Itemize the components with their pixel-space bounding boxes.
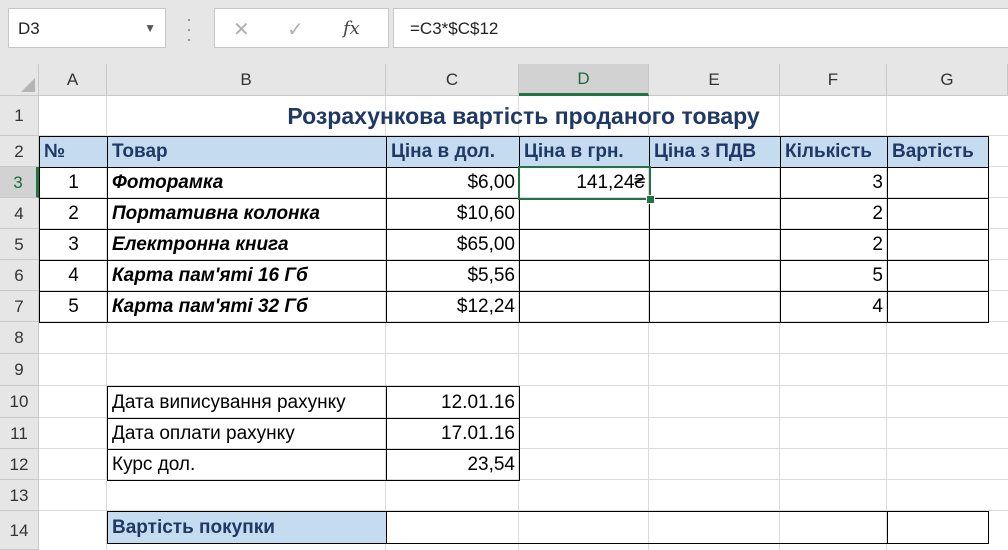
purchase-total-label[interactable]: Вартість покупки — [107, 511, 387, 544]
header-price-uah[interactable]: Ціна в грн. — [519, 136, 650, 168]
table-cell-quantity[interactable]: 2 — [780, 229, 888, 261]
row-header-5[interactable]: 5 — [0, 229, 39, 260]
table-cell-total[interactable] — [887, 291, 989, 323]
table-cell-price-vat[interactable] — [649, 260, 781, 292]
table-cell-price-uah[interactable] — [519, 291, 650, 323]
row-header-4[interactable]: 4 — [0, 198, 39, 229]
row-header-3[interactable]: 3 — [0, 167, 39, 198]
table-cell-product[interactable]: Фоторамка — [107, 167, 387, 199]
row-header-8[interactable]: 8 — [0, 322, 39, 354]
invoice-date-value[interactable]: 12.01.16 — [386, 386, 520, 419]
purchase-total-value[interactable] — [386, 511, 888, 544]
table-cell-quantity[interactable]: 2 — [780, 198, 888, 230]
table-cell-price-usd[interactable]: $65,00 — [386, 229, 520, 261]
column-header-a[interactable]: A — [39, 64, 107, 96]
header-product[interactable]: Товар — [107, 136, 387, 168]
table-cell-quantity[interactable]: 5 — [780, 260, 888, 292]
table-cell-price-usd[interactable]: $10,60 — [386, 198, 520, 230]
table-cell-num[interactable]: 4 — [39, 260, 108, 292]
table-cell-total[interactable] — [887, 167, 989, 199]
formula-text: =C3*$C$12 — [410, 19, 499, 38]
table-cell-price-uah[interactable] — [519, 229, 650, 261]
header-price-usd[interactable]: Ціна в дол. — [386, 136, 520, 168]
table-cell-num[interactable]: 3 — [39, 229, 108, 261]
active-cell-selection[interactable] — [518, 166, 651, 200]
table-cell-price-uah[interactable] — [519, 198, 650, 230]
chevron-down-icon[interactable]: ▼ — [144, 21, 156, 35]
row-header-11[interactable]: 11 — [0, 418, 39, 449]
column-header-f[interactable]: F — [780, 64, 887, 96]
name-box-value: D3 — [18, 19, 40, 38]
select-all-corner[interactable] — [0, 64, 39, 96]
table-cell-total[interactable] — [887, 260, 989, 292]
header-quantity[interactable]: Кількість — [780, 136, 888, 168]
table-cell-price-usd[interactable]: $12,24 — [386, 291, 520, 323]
column-header-g[interactable]: G — [887, 64, 1008, 96]
row-header-1[interactable]: 1 — [0, 96, 39, 136]
row-header-13[interactable]: 13 — [0, 480, 39, 511]
table-cell-price-vat[interactable] — [649, 291, 781, 323]
row-header-6[interactable]: 6 — [0, 260, 39, 291]
table-cell-product[interactable]: Портативна колонка — [107, 198, 387, 230]
table-cell-total[interactable] — [887, 229, 989, 261]
table-cell-price-vat[interactable] — [649, 198, 781, 230]
purchase-total-extra[interactable] — [887, 511, 989, 544]
row-header-12[interactable]: 12 — [0, 449, 39, 480]
table-cell-price-usd[interactable]: $6,00 — [386, 167, 520, 199]
table-cell-price-vat[interactable] — [649, 167, 781, 199]
exchange-rate-label[interactable]: Курс дол. — [107, 449, 387, 481]
column-header-c[interactable]: C — [386, 64, 519, 96]
table-cell-price-usd[interactable]: $5,56 — [386, 260, 520, 292]
drag-handle-icon[interactable]: · · · — [186, 10, 192, 48]
row-header-2[interactable]: 2 — [0, 136, 39, 167]
fill-handle[interactable] — [646, 195, 655, 204]
confirm-icon[interactable]: ✓ — [287, 17, 304, 42]
invoice-date-label[interactable]: Дата виписування рахунку — [107, 386, 387, 419]
column-header-b[interactable]: B — [107, 64, 386, 96]
formula-actions: ✕ ✓ fx — [214, 8, 389, 48]
table-cell-product[interactable]: Карта пам'яті 32 Гб — [107, 291, 387, 323]
name-box[interactable]: D3 ▼ — [8, 8, 166, 48]
row-header-9[interactable]: 9 — [0, 354, 39, 386]
row-header-7[interactable]: 7 — [0, 291, 39, 322]
header-total[interactable]: Вартість — [887, 136, 989, 168]
cancel-icon[interactable]: ✕ — [233, 17, 250, 42]
exchange-rate-value[interactable]: 23,54 — [386, 449, 520, 481]
column-header-e[interactable]: E — [649, 64, 780, 96]
row-header-14[interactable]: 14 — [0, 511, 39, 550]
table-cell-num[interactable]: 2 — [39, 198, 108, 230]
table-cell-product[interactable]: Карта пам'яті 16 Гб — [107, 260, 387, 292]
table-cell-price-uah[interactable] — [519, 260, 650, 292]
table-cell-num[interactable]: 1 — [39, 167, 108, 199]
formula-toolbar: D3 ▼ · · · ✕ ✓ fx =C3*$C$12 — [0, 0, 1008, 64]
payment-date-label[interactable]: Дата оплати рахунку — [107, 418, 387, 450]
header-price-vat[interactable]: Ціна з ПДВ — [649, 136, 781, 168]
table-cell-num[interactable]: 5 — [39, 291, 108, 323]
insert-function-icon[interactable]: fx — [343, 18, 360, 39]
table-cell-product[interactable]: Електронна книга — [107, 229, 387, 261]
payment-date-value[interactable]: 17.01.16 — [386, 418, 520, 450]
table-cell-quantity[interactable]: 4 — [780, 291, 888, 323]
formula-input[interactable]: =C3*$C$12 — [393, 8, 1008, 48]
sheet-title[interactable]: Розрахункова вартість проданого товару — [39, 96, 1008, 136]
column-header-d[interactable]: D — [519, 64, 649, 96]
table-cell-quantity[interactable]: 3 — [780, 167, 888, 199]
table-cell-price-vat[interactable] — [649, 229, 781, 261]
table-cell-total[interactable] — [887, 198, 989, 230]
header-num[interactable]: № — [39, 136, 108, 168]
row-header-10[interactable]: 10 — [0, 386, 39, 418]
